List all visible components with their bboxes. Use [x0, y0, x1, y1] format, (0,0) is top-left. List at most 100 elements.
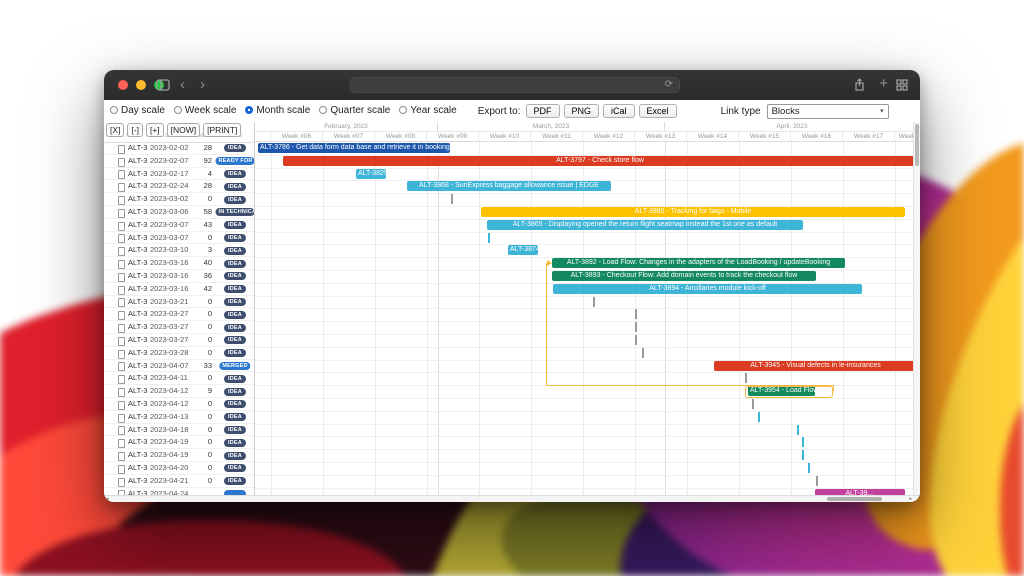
milestone-marker[interactable] [802, 437, 804, 447]
table-row[interactable]: ALT-32023-03-070IDEA [104, 232, 254, 245]
table-row[interactable]: ALT-32023-04-200IDEA [104, 462, 254, 475]
vertical-scrollbar-thumb[interactable] [915, 124, 919, 166]
toolbar-button-print[interactable]: [PRINT] [203, 123, 241, 137]
scroll-left-arrow-icon[interactable]: ◂ [106, 496, 109, 502]
milestone-marker[interactable] [488, 233, 490, 243]
forward-button[interactable]: › [200, 77, 205, 92]
gantt-bar[interactable]: ALT-3945 - Visual defects in le-insuranc… [714, 361, 917, 371]
table-row[interactable]: ALT-32023-03-270IDEA [104, 308, 254, 321]
export-ical-button[interactable]: iCal [603, 104, 635, 118]
status-badge: IDEA [224, 464, 246, 472]
milestone-marker[interactable] [758, 412, 760, 422]
table-row[interactable]: ALT-32023-02-174IDEA [104, 168, 254, 181]
toolbar-button-x[interactable]: [X] [106, 123, 124, 137]
link-type-select[interactable]: Blocks ▾ [767, 104, 889, 119]
gantt-bar[interactable]: ALT-3868 - SunExpress baggage allowance … [407, 181, 611, 191]
table-row[interactable]: ALT-32023-03-280IDEA [104, 347, 254, 360]
scale-option-month[interactable]: Month scale [245, 105, 310, 116]
table-row[interactable]: ALT-32023-04-110IDEA [104, 372, 254, 385]
horizontal-scrollbar[interactable]: ◂ ▸ [104, 495, 920, 502]
month-header: February, 2023 [255, 122, 438, 132]
table-row[interactable]: ALT-32023-03-210IDEA [104, 296, 254, 309]
table-row[interactable]: ALT-32023-03-1642IDEA [104, 283, 254, 296]
milestone-marker[interactable] [797, 425, 799, 435]
reload-icon[interactable]: ⟳ [665, 79, 673, 90]
gantt-bar[interactable]: ALT-3892 - Load Flow: Changes in the ada… [552, 258, 845, 268]
gantt-bar[interactable]: ALT-3893 - Checkout Flow: Add domain eve… [552, 271, 816, 281]
table-row[interactable]: ALT-32023-04-130IDEA [104, 411, 254, 424]
toolbar-button-+[interactable]: [+] [146, 123, 164, 137]
document-icon [118, 311, 125, 320]
gantt-bar[interactable]: ALT-3985 - Tracking for bags - Mobile [481, 207, 905, 217]
table-row[interactable]: ALT-32023-03-270IDEA [104, 321, 254, 334]
table-row[interactable]: ALT-32023-02-0228IDEA [104, 142, 254, 155]
table-row[interactable]: ALT-32023-04-210IDEA [104, 475, 254, 488]
table-row[interactable]: ALT-32023-03-270IDEA [104, 334, 254, 347]
task-name: ALT-3 [128, 244, 147, 256]
table-row[interactable]: ALT-32023-03-1640IDEA [104, 257, 254, 270]
milestone-marker[interactable] [802, 450, 804, 460]
status-badge: IDEA [224, 144, 246, 152]
task-name: ALT-3 [128, 475, 147, 487]
document-icon [118, 375, 125, 384]
table-row[interactable]: ALT-32023-03-103IDEA [104, 244, 254, 257]
table-row[interactable]: ALT-32023-04-129IDEA [104, 385, 254, 398]
vertical-scrollbar[interactable] [913, 122, 920, 496]
milestone-marker[interactable] [816, 476, 818, 486]
gantt-bar[interactable]: ALT-3797 - Check store flow [283, 156, 917, 166]
table-row[interactable]: ALT-32023-02-2428IDEA [104, 180, 254, 193]
milestone-marker[interactable] [635, 322, 637, 332]
document-icon [118, 273, 125, 282]
gantt-bar[interactable]: ALT-3874 [508, 245, 538, 255]
table-row[interactable]: ALT-32023-04-120IDEA [104, 398, 254, 411]
document-icon [118, 465, 125, 474]
task-duration: 0 [186, 462, 212, 474]
sidebar-icon[interactable] [156, 79, 170, 91]
gantt-bar[interactable]: ALT-3865 - Displaying opened the return … [487, 220, 803, 230]
milestone-marker[interactable] [451, 194, 453, 204]
back-button[interactable]: ‹ [180, 77, 185, 92]
milestone-marker[interactable] [593, 297, 595, 307]
status-badge: IDEA [224, 388, 246, 396]
task-duration: 0 [186, 424, 212, 436]
table-row[interactable]: ALT-32023-03-1636IDEA [104, 270, 254, 283]
gantt-bar[interactable]: ALT-3829 [356, 169, 386, 179]
table-row[interactable]: ALT-32023-04-190IDEA [104, 436, 254, 449]
status-badge: IDEA [224, 260, 246, 268]
task-name: ALT-3 [128, 385, 147, 397]
address-bar[interactable]: ⟳ [350, 77, 680, 93]
export-pdf-button[interactable]: PDF [526, 104, 560, 118]
close-window-button[interactable] [118, 80, 128, 90]
table-row[interactable]: ALT-32023-03-0743IDEA [104, 219, 254, 232]
scale-option-year[interactable]: Year scale [399, 105, 456, 116]
gantt-bar[interactable]: ALT-3894 - Ancillaries module kick-off [553, 284, 862, 294]
milestone-marker[interactable] [635, 309, 637, 319]
milestone-marker[interactable] [745, 373, 747, 383]
scale-option-week[interactable]: Week scale [174, 105, 237, 116]
minimize-window-button[interactable] [136, 80, 146, 90]
toolbar-button-now[interactable]: [NOW] [167, 123, 201, 137]
toolbar-button--[interactable]: [-] [127, 123, 143, 137]
gantt-bar[interactable]: ALT-3786 - Get data form data base and r… [258, 143, 450, 153]
table-row[interactable]: ALT-32023-04-0733MERGED [104, 360, 254, 373]
milestone-marker[interactable] [642, 348, 644, 358]
milestone-marker[interactable] [752, 399, 754, 409]
scale-option-quarter[interactable]: Quarter scale [319, 105, 390, 116]
table-row[interactable]: ALT-32023-03-020IDEA [104, 193, 254, 206]
milestone-marker[interactable] [808, 463, 810, 473]
export-png-button[interactable]: PNG [564, 104, 600, 118]
scale-option-day[interactable]: Day scale [110, 105, 165, 116]
task-name: ALT-3 [128, 398, 147, 410]
horizontal-scrollbar-thumb[interactable] [827, 497, 882, 501]
table-row[interactable]: ALT-32023-02-0792READY FOR SC [104, 155, 254, 168]
export-excel-button[interactable]: Excel [639, 104, 677, 118]
table-row[interactable]: ALT-32023-04-180IDEA [104, 424, 254, 437]
tab-overview-icon[interactable] [896, 79, 908, 91]
share-icon[interactable] [853, 78, 866, 92]
milestone-marker[interactable] [635, 335, 637, 345]
new-tab-button[interactable]: + [879, 76, 888, 91]
scroll-right-arrow-icon[interactable]: ▸ [909, 496, 912, 502]
table-row[interactable]: ALT-32023-03-0658IN TECHNICAL A [104, 206, 254, 219]
document-icon [118, 196, 125, 205]
table-row[interactable]: ALT-32023-04-190IDEA [104, 449, 254, 462]
